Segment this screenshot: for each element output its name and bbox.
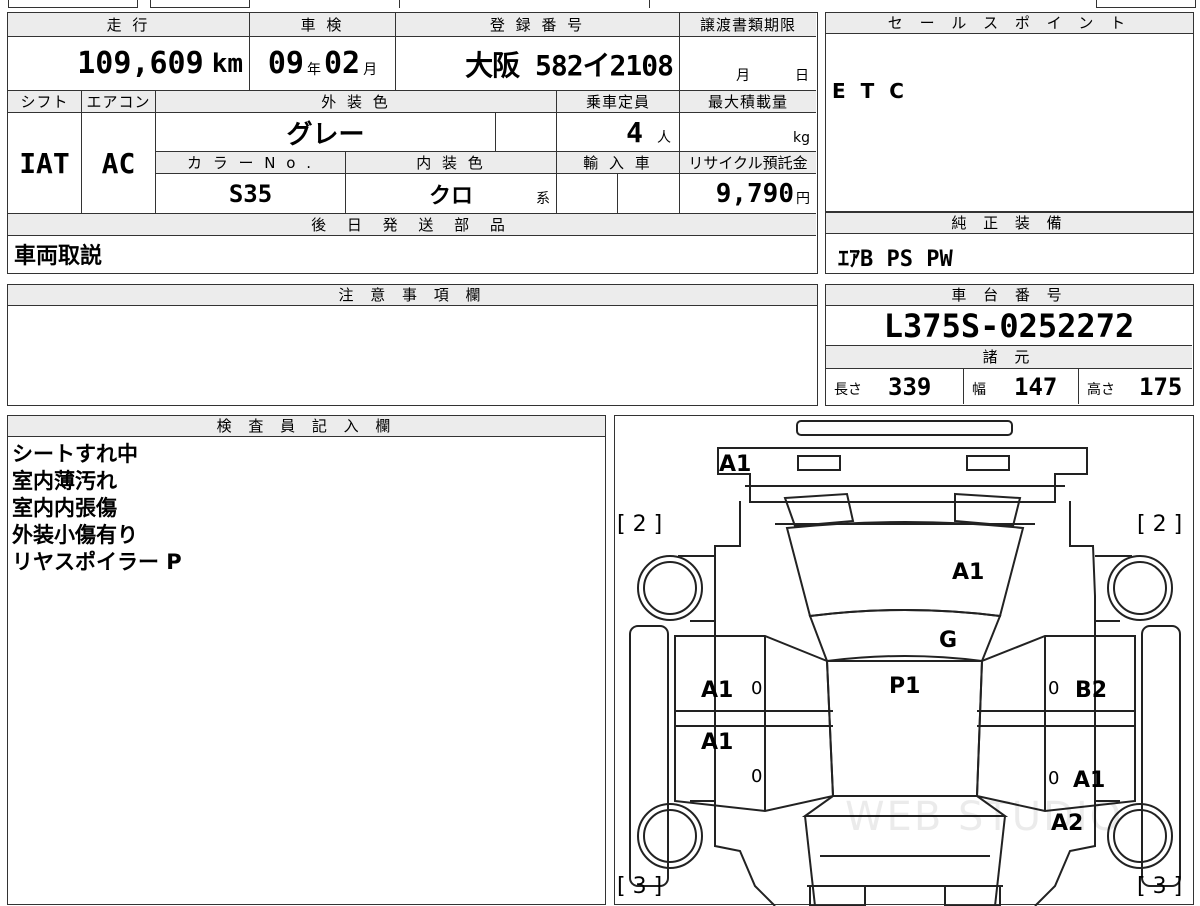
max-load-value: kg — [679, 113, 816, 151]
height-label: 高さ — [1087, 382, 1115, 398]
notes-box: 注 意 事 項 欄 — [7, 284, 818, 406]
recycle-fee-label: リサイクル預託金 — [679, 152, 816, 174]
interior-color-label: 内 装 色 — [345, 152, 556, 174]
inspector-line: 室内薄汚れ — [12, 469, 117, 493]
color-no-value: S35 — [155, 174, 345, 213]
car-damage-diagram: WEB STUDIO [ 2 ] [ 2 ] [ 3 ] [ 3 ] A1 A1… — [614, 415, 1194, 906]
length-value: 339 — [888, 373, 932, 401]
genuine-equipment-value: ｴｱB PS PW — [838, 247, 953, 272]
zero-mark: 0 — [751, 766, 763, 787]
capacity-label: 乗車定員 — [556, 91, 679, 113]
shift-label: シフト — [8, 91, 81, 113]
inspector-label: 検 査 員 記 入 欄 — [8, 416, 605, 437]
inspector-line: 外装小傷有り — [12, 523, 138, 547]
tire-rear-left: [ 3 ] — [617, 874, 663, 899]
mileage-label: 走 行 — [8, 13, 249, 37]
chassis-box: 車 台 番 号 L375S-0252272 諸 元 長さ 339 幅 147 高… — [825, 284, 1194, 406]
sales-points-value: E T C — [832, 79, 908, 103]
mark-roof: P1 — [889, 674, 921, 699]
mileage-value: 109,609 km — [77, 46, 243, 81]
sales-points-label: セ ー ル ス ポ イ ン ト — [826, 13, 1193, 34]
import-value — [556, 174, 617, 213]
aircon-value: AC — [81, 113, 155, 213]
genuine-equipment-box: 純 正 装 備 ｴｱB PS PW — [825, 212, 1194, 274]
exterior-color-label: 外 装 色 — [155, 91, 556, 113]
notes-label: 注 意 事 項 欄 — [8, 285, 817, 306]
length-label: 長さ — [834, 382, 862, 398]
mark-right-front-door: B2 — [1075, 678, 1108, 703]
mark-right-rear-fender: A2 — [1051, 811, 1084, 836]
mark-left-front-door: A1 — [701, 678, 734, 703]
notes-value — [8, 306, 817, 318]
inspector-box: 検 査 員 記 入 欄 シートすれ中 室内薄汚れ 室内内張傷 外装小傷有り リヤ… — [7, 415, 606, 905]
max-load-label: 最大積載量 — [679, 91, 816, 113]
zero-mark: 0 — [1048, 768, 1060, 789]
chassis-label: 車 台 番 号 — [826, 285, 1193, 306]
registration-number: 大阪 582イ2108 — [395, 37, 679, 90]
inspection-label: 車 検 — [249, 13, 395, 37]
inspector-line: シートすれ中 — [12, 442, 138, 466]
shift-value: IAT — [19, 146, 70, 180]
tire-rear-right: [ 3 ] — [1137, 874, 1183, 899]
transfer-deadline-label: 譲渡書類期限 — [679, 13, 816, 37]
exterior-color-value: グレー — [155, 113, 495, 151]
later-parts-label: 後 日 発 送 部 品 — [8, 214, 816, 236]
mark-hood: A1 — [952, 560, 985, 585]
height-value: 175 — [1139, 373, 1183, 401]
mark-front-bumper: A1 — [719, 452, 752, 477]
genuine-equipment-label: 純 正 装 備 — [826, 213, 1193, 234]
recycle-fee-value: 9,790 円 — [679, 174, 816, 213]
mark-right-rear-door: A1 — [1073, 768, 1106, 793]
tire-front-left: [ 2 ] — [617, 512, 663, 537]
inspection-value: 09 年 02 月 — [249, 37, 395, 90]
zero-mark: 0 — [751, 678, 763, 699]
mark-left-rear-door: A1 — [701, 730, 734, 755]
registration-label: 登 録 番 号 — [395, 13, 679, 37]
interior-color-value: クロ 系 — [345, 174, 556, 213]
sales-points-box: セ ー ル ス ポ イ ン ト E T C — [825, 12, 1194, 212]
import-label: 輸 入 車 — [556, 152, 679, 174]
capacity-value: 4 人 — [556, 113, 679, 151]
width-label: 幅 — [972, 382, 986, 398]
color-no-label: カ ラ ー N o . — [155, 152, 345, 174]
inspector-line: 室内内張傷 — [12, 496, 117, 520]
specs-label: 諸 元 — [826, 346, 1192, 369]
width-value: 147 — [1014, 373, 1058, 401]
zero-mark: 0 — [1048, 678, 1060, 699]
transfer-deadline-value: 月 日 — [679, 37, 816, 90]
inspector-line: リヤスポイラー P — [12, 550, 182, 574]
tire-front-right: [ 2 ] — [1137, 512, 1183, 537]
chassis-number: L375S-0252272 — [883, 307, 1135, 345]
specs-row: 長さ 339 幅 147 高さ 175 — [826, 369, 1192, 404]
inspector-notes: シートすれ中 室内薄汚れ 室内内張傷 外装小傷有り リヤスポイラー P — [8, 437, 605, 576]
later-parts-value: 車両取説 — [14, 243, 103, 269]
mark-windshield: G — [939, 628, 958, 653]
vehicle-info-table: 走 行 車 検 登 録 番 号 譲渡書類期限 109,609 km 09 年 0… — [7, 12, 818, 274]
top-strip — [8, 0, 1196, 8]
aircon-label: エアコン — [81, 91, 155, 113]
